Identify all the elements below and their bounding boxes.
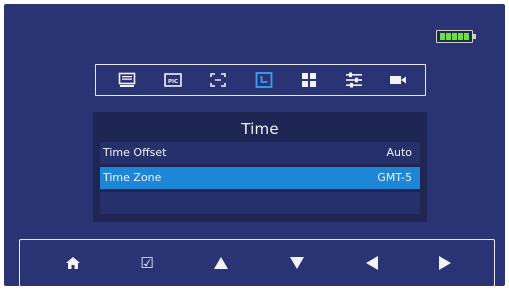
home-button[interactable]: [61, 252, 85, 274]
right-button[interactable]: [433, 252, 457, 274]
home-icon: [66, 257, 80, 269]
pic-icon[interactable]: PIC: [163, 71, 183, 89]
pic-icon-label: PIC: [168, 79, 178, 85]
confirm-button[interactable]: ☑: [135, 252, 159, 274]
arrow-right-icon: [439, 256, 451, 270]
panel-title: Time: [241, 120, 279, 138]
clock-icon[interactable]: [254, 71, 274, 89]
battery-tip: [473, 34, 476, 39]
device-screen: PIC Time Time Offset Auto Time Zone GMT-…: [4, 4, 505, 286]
checkbox-icon: ☑: [140, 254, 154, 272]
monitor-icon[interactable]: [117, 71, 137, 89]
battery-full-icon: [436, 30, 473, 43]
left-button[interactable]: [360, 252, 384, 274]
arrow-down-icon: [290, 257, 304, 269]
time-settings-panel: Time Time Offset Auto Time Zone GMT-5: [93, 112, 427, 222]
time-offset-value: Auto: [386, 146, 412, 159]
navigation-bar: ☑: [19, 239, 495, 286]
down-button[interactable]: [285, 252, 309, 274]
time-zone-label: Time Zone: [103, 171, 162, 184]
grid-icon[interactable]: [299, 71, 319, 89]
menu-tab-bar: PIC: [95, 64, 426, 96]
screen-fit-icon[interactable]: [208, 71, 228, 89]
sliders-icon[interactable]: [344, 71, 364, 89]
time-zone-value: GMT-5: [377, 171, 412, 184]
up-button[interactable]: [209, 252, 233, 274]
time-offset-label: Time Offset: [103, 146, 167, 159]
time-zone-row[interactable]: Time Zone GMT-5: [100, 167, 420, 189]
arrow-left-icon: [366, 256, 378, 270]
camera-icon[interactable]: [388, 71, 408, 89]
time-offset-row[interactable]: Time Offset Auto: [100, 142, 420, 164]
empty-row: [100, 192, 420, 214]
arrow-up-icon: [214, 257, 228, 269]
